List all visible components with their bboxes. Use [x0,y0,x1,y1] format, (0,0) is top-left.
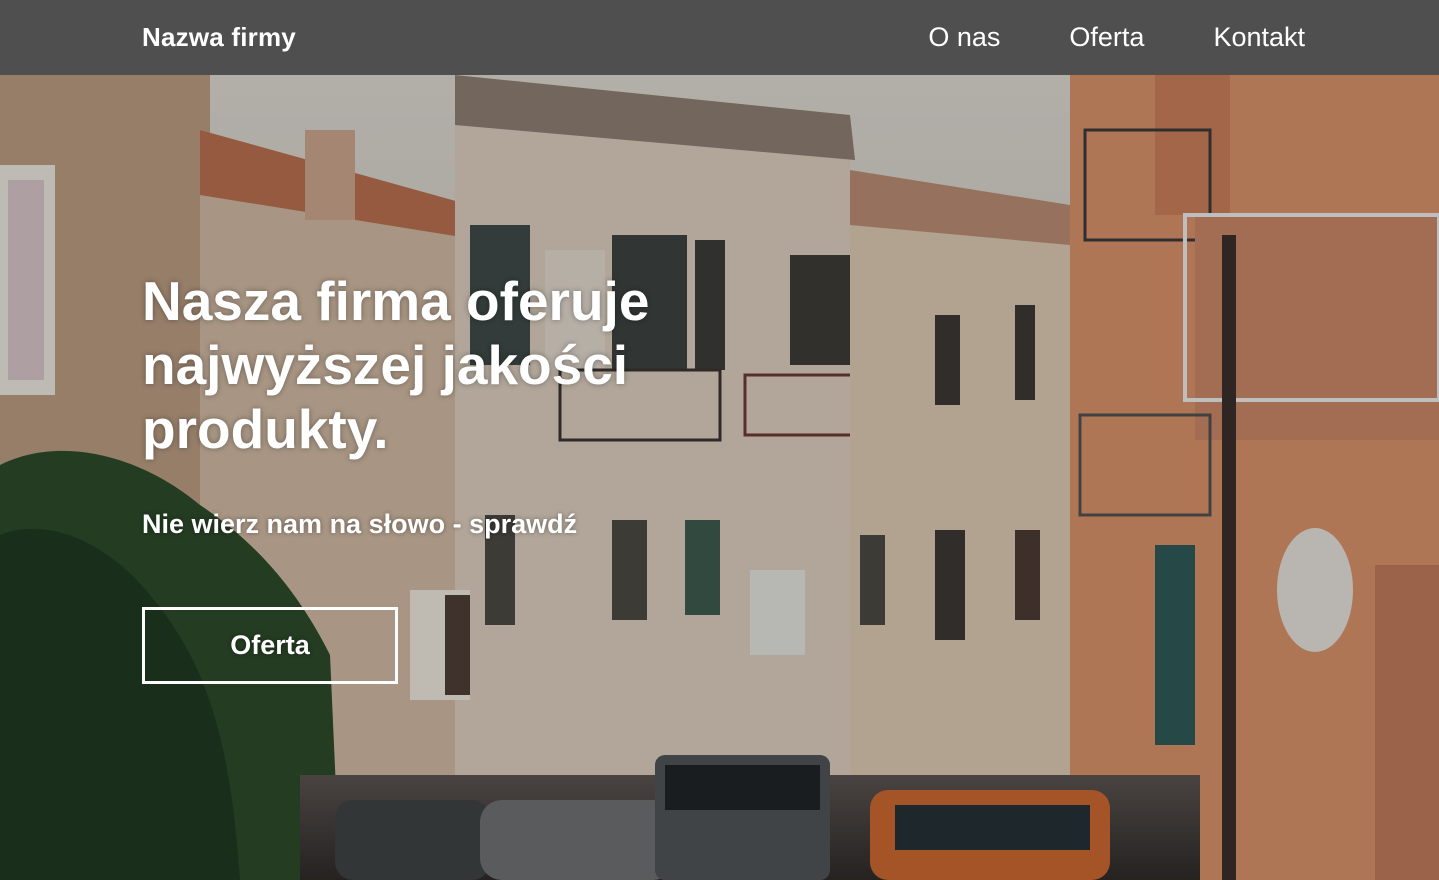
main-nav: O nas Oferta Kontakt [859,22,1305,53]
hero-overlay [0,75,1439,880]
hero-section: Nasza firma oferuje najwyższej jakości p… [0,75,1439,880]
oferta-button[interactable]: Oferta [142,607,398,684]
site-header: Nazwa firmy O nas Oferta Kontakt [0,0,1439,75]
nav-link-oferta[interactable]: Oferta [1069,22,1144,53]
hero-headline: Nasza firma oferuje najwyższej jakości p… [142,270,650,460]
hero-subline: Nie wierz nam na słowo - sprawdź [142,509,578,539]
brand-logo[interactable]: Nazwa firmy [142,22,296,53]
nav-link-o-nas[interactable]: O nas [928,22,1000,53]
nav-link-kontakt[interactable]: Kontakt [1213,22,1305,53]
